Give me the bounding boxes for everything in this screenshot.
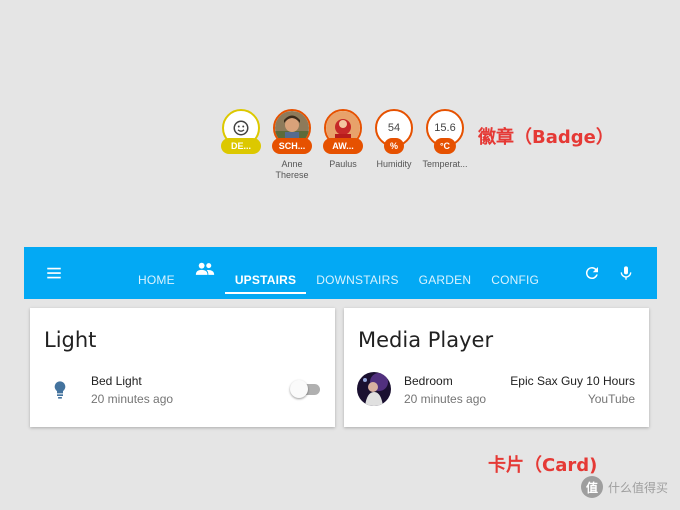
media-entity-info[interactable]: Bedroom 20 minutes ago — [404, 374, 486, 406]
card-title: Media Player — [358, 328, 494, 352]
lightbulb-icon[interactable] — [52, 380, 68, 405]
card-annotation: 卡片（Card) — [488, 455, 598, 476]
badge-humidity[interactable]: 54 % Humidity — [369, 109, 419, 181]
badge-pill: SCH... — [272, 138, 312, 154]
watermark-text: 什么值得买 — [607, 480, 668, 495]
media-thumbnail[interactable] — [357, 372, 391, 411]
media-title: Epic Sax Guy 10 Hours — [510, 374, 635, 388]
smiley-face-icon — [232, 119, 250, 137]
entity-name: Bedroom — [404, 374, 453, 388]
bed-light-toggle[interactable] — [290, 379, 324, 399]
microphone-icon[interactable] — [612, 247, 640, 299]
badge-annotation: 徽章（Badge） — [478, 127, 614, 148]
badge-pill: AW... — [323, 138, 363, 154]
badge-value: 15.6 — [434, 122, 456, 134]
tab-people[interactable] — [185, 247, 225, 299]
badge-pill: DE... — [221, 138, 261, 154]
media-player-card: Media Player Bedroom 20 minutes ago Epic… — [344, 308, 649, 427]
view-tabs: HOME UPSTAIRS DOWNSTAIRS GARDEN CONFIG — [128, 247, 549, 299]
toggle-thumb — [290, 380, 308, 398]
tab-upstairs[interactable]: UPSTAIRS — [224, 247, 307, 299]
badge-de[interactable]: DE... — [216, 109, 266, 181]
entity-last-changed: 20 minutes ago — [404, 392, 487, 406]
menu-icon[interactable] — [40, 247, 68, 299]
card-title: Light — [44, 328, 97, 352]
badge-paulus[interactable]: AW... Paulus — [318, 109, 368, 181]
badge-label: Paulus — [329, 159, 357, 169]
media-source: YouTube — [587, 392, 635, 406]
entity-name: Bed Light — [91, 374, 142, 388]
people-icon — [195, 262, 215, 280]
badge-circle: AW... — [323, 109, 363, 154]
badge-circle: 54 % — [375, 109, 413, 154]
badge-circle: 15.6 °C — [426, 109, 464, 154]
badge-label: Temperat... — [422, 159, 468, 169]
watermark: 值 什么值得买 — [580, 476, 668, 498]
badge-anne-therese[interactable]: SCH... Anne Therese — [267, 109, 317, 181]
refresh-icon[interactable] — [578, 247, 606, 299]
badge-pill: % — [383, 138, 405, 154]
badge-label: Anne Therese — [275, 159, 309, 180]
badge-pill: °C — [433, 138, 457, 154]
tab-garden[interactable]: GARDEN — [409, 247, 482, 299]
badges-row: DE... SCH... Anne Therese AW... Paulus 5… — [216, 109, 471, 181]
top-toolbar: HOME UPSTAIRS DOWNSTAIRS GARDEN CONFIG — [24, 247, 657, 299]
tab-home[interactable]: HOME — [128, 247, 185, 299]
tab-downstairs[interactable]: DOWNSTAIRS — [306, 247, 408, 299]
tab-config[interactable]: CONFIG — [481, 247, 549, 299]
media-now-playing: Epic Sax Guy 10 Hours YouTube — [510, 374, 635, 406]
light-entity-info[interactable]: Bed Light 20 minutes ago — [91, 374, 173, 406]
badge-label: Humidity — [376, 159, 412, 169]
badge-circle: SCH... — [272, 109, 312, 154]
badge-temperature[interactable]: 15.6 °C Temperat... — [420, 109, 470, 181]
light-card: Light Bed Light 20 minutes ago — [30, 308, 335, 427]
watermark-logo-icon: 值 — [580, 476, 603, 498]
entity-last-changed: 20 minutes ago — [91, 392, 174, 406]
badge-value: 54 — [387, 122, 401, 134]
badge-circle: DE... — [221, 109, 261, 154]
